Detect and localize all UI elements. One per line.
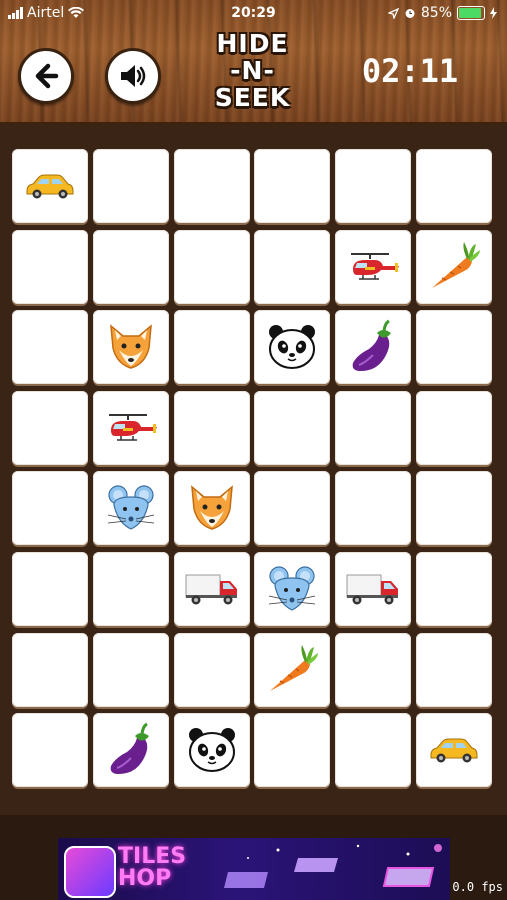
tile-hidden[interactable] — [416, 552, 492, 626]
truck-icon — [184, 571, 240, 607]
tile-grid — [12, 149, 496, 793]
status-bar: Airtel 20:29 85% — [0, 0, 507, 28]
tile-hidden[interactable] — [92, 632, 169, 707]
carrot-icon — [426, 240, 482, 294]
tile-panda[interactable] — [254, 310, 331, 385]
tile-fox[interactable] — [173, 471, 250, 546]
tile-helicopter[interactable] — [92, 390, 169, 465]
fox-icon — [105, 322, 157, 372]
tile-hidden[interactable] — [92, 229, 169, 304]
car-icon — [427, 735, 481, 765]
mouse-icon — [104, 483, 158, 533]
helicopter-icon — [103, 410, 159, 446]
tile-truck[interactable] — [335, 552, 412, 626]
tile-hidden[interactable] — [416, 310, 492, 385]
battery-icon — [457, 6, 485, 20]
ad-title-line-1: TILES — [118, 844, 187, 869]
ad-title: TILES HOP — [118, 846, 208, 890]
tile-hidden[interactable] — [12, 713, 88, 788]
eggplant-icon — [347, 319, 399, 375]
charging-icon — [490, 7, 497, 19]
tile-hidden[interactable] — [92, 552, 169, 626]
ad-banner[interactable]: TILES HOP — [58, 838, 450, 900]
tile-hidden[interactable] — [335, 713, 412, 788]
alarm-icon — [405, 9, 415, 18]
game-logo: HIDE -N- SEEK — [190, 30, 315, 111]
tile-hidden[interactable] — [92, 149, 169, 223]
fps-counter: 0.0 fps — [452, 880, 503, 894]
carrot-icon — [264, 643, 320, 697]
battery-percent: 85% — [420, 5, 452, 21]
tile-carrot[interactable] — [416, 229, 492, 304]
truck-icon — [345, 571, 401, 607]
tile-hidden[interactable] — [335, 471, 412, 546]
tile-hidden[interactable] — [254, 149, 331, 223]
tile-hidden[interactable] — [335, 390, 412, 465]
tile-truck[interactable] — [173, 552, 250, 626]
status-right: 85% — [387, 5, 497, 21]
tile-hidden[interactable] — [12, 310, 88, 385]
tile-eggplant[interactable] — [335, 310, 412, 385]
tile-helicopter[interactable] — [335, 229, 412, 304]
mouse-icon — [265, 564, 319, 614]
ad-title-line-2: HOP — [118, 866, 172, 891]
tile-hidden[interactable] — [416, 632, 492, 707]
tile-eggplant[interactable] — [92, 713, 169, 788]
sound-button[interactable] — [105, 48, 161, 104]
eggplant-icon — [105, 722, 157, 778]
location-icon — [387, 7, 399, 19]
game-board — [0, 125, 507, 815]
logo-line-1: HIDE — [216, 29, 289, 58]
car-icon — [23, 171, 77, 201]
back-button[interactable] — [18, 48, 74, 104]
tile-hidden[interactable] — [335, 632, 412, 707]
tile-hidden[interactable] — [254, 390, 331, 465]
countdown-timer: 02:11 — [361, 52, 459, 90]
tile-hidden[interactable] — [416, 390, 492, 465]
tile-hidden[interactable] — [12, 471, 88, 546]
tile-hidden[interactable] — [416, 149, 492, 223]
tile-hidden[interactable] — [12, 632, 88, 707]
tile-car[interactable] — [12, 149, 88, 223]
tile-hidden[interactable] — [173, 310, 250, 385]
logo-line-2: -N- — [230, 56, 275, 85]
tile-hidden[interactable] — [12, 552, 88, 626]
tile-hidden[interactable] — [12, 229, 88, 304]
tile-hidden[interactable] — [173, 149, 250, 223]
tile-hidden[interactable] — [254, 713, 331, 788]
speaker-icon — [121, 65, 146, 87]
ad-app-icon — [64, 846, 116, 898]
tile-hidden[interactable] — [12, 390, 88, 465]
tile-fox[interactable] — [92, 310, 169, 385]
tile-hidden[interactable] — [173, 632, 250, 707]
arrow-left-icon — [35, 63, 59, 89]
fox-icon — [186, 483, 238, 533]
logo-line-3: SEEK — [214, 83, 291, 112]
helicopter-icon — [345, 249, 401, 285]
tile-hidden[interactable] — [416, 471, 492, 546]
ad-artwork — [224, 844, 442, 888]
tile-panda[interactable] — [173, 713, 250, 788]
tile-carrot[interactable] — [254, 632, 331, 707]
tile-hidden[interactable] — [173, 229, 250, 304]
panda-icon — [266, 323, 318, 371]
tile-hidden[interactable] — [335, 149, 412, 223]
tile-hidden[interactable] — [173, 390, 250, 465]
tile-hidden[interactable] — [254, 229, 331, 304]
tile-hidden[interactable] — [254, 471, 331, 546]
tile-mouse[interactable] — [92, 471, 169, 546]
header: Airtel 20:29 85% HIDE -N- SEEK 02:11 — [0, 0, 507, 125]
tile-car[interactable] — [416, 713, 492, 788]
panda-icon — [186, 726, 238, 774]
tile-mouse[interactable] — [254, 552, 331, 626]
